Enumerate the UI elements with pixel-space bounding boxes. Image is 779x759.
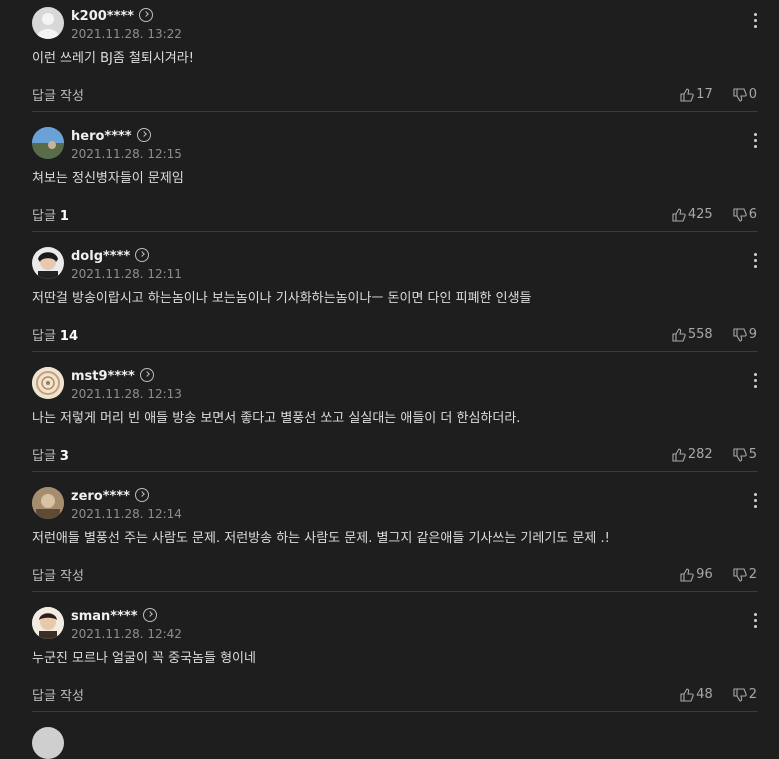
dislike-button[interactable]: 9 [733, 327, 757, 342]
chevron-right-icon[interactable] [142, 608, 157, 622]
dislike-button[interactable]: 2 [733, 567, 757, 582]
divider [32, 471, 758, 472]
dislike-button[interactable]: 6 [733, 207, 757, 222]
comment-text: 이런 쓰레기 BJ좀 철퇴시겨라! [32, 51, 194, 66]
vote-bar: 48 2 [680, 687, 757, 702]
chevron-right-icon[interactable] [134, 488, 149, 502]
reply-button[interactable]: 답글 14 [32, 325, 78, 344]
thumbs-down-icon [733, 207, 747, 222]
dislike-button[interactable]: 0 [733, 87, 757, 102]
reply-button[interactable]: 답글 작성 [32, 85, 88, 104]
comment-text: 저런애들 별풍선 주는 사람도 문제. 저런방송 하는 사람도 문제. 별그지 … [32, 531, 610, 546]
thumbs-down-icon [733, 447, 747, 462]
dislike-count: 0 [748, 87, 757, 102]
more-options-icon[interactable] [750, 613, 760, 629]
dislike-button[interactable]: 5 [733, 447, 757, 462]
thumbs-up-icon [680, 567, 694, 582]
username[interactable]: zero**** [71, 489, 130, 504]
reply-button[interactable]: 답글 작성 [32, 565, 88, 584]
timestamp: 2021.11.28. 12:11 [71, 267, 182, 281]
like-button[interactable]: 48 [680, 687, 713, 702]
dislike-count: 9 [748, 327, 757, 342]
chevron-right-icon[interactable] [135, 248, 150, 262]
vote-bar: 282 5 [672, 447, 757, 462]
divider [32, 231, 758, 232]
chevron-right-icon[interactable] [138, 8, 153, 22]
reply-button[interactable]: 답글 1 [32, 205, 69, 224]
vote-bar: 96 2 [680, 567, 757, 582]
username[interactable]: sman**** [71, 609, 138, 624]
thumbs-down-icon [733, 87, 747, 102]
reply-count: 3 [59, 449, 69, 464]
avatar[interactable] [32, 127, 64, 159]
thumbs-up-icon [672, 207, 686, 222]
dislike-count: 5 [748, 447, 757, 462]
vote-bar: 558 9 [672, 327, 757, 342]
divider [32, 351, 758, 352]
username[interactable]: dolg**** [71, 249, 130, 264]
thumbs-down-icon [733, 687, 747, 702]
dislike-button[interactable]: 2 [733, 687, 757, 702]
like-count: 96 [696, 567, 713, 582]
timestamp: 2021.11.28. 12:13 [71, 387, 182, 401]
comment-text: 나는 저렇게 머리 빈 애들 방송 보면서 좋다고 별풍선 쏘고 실실대는 애들… [32, 411, 521, 426]
like-count: 17 [696, 87, 713, 102]
more-options-icon[interactable] [750, 493, 760, 509]
reply-button[interactable]: 답글 작성 [32, 685, 88, 704]
chevron-right-icon[interactable] [136, 128, 151, 142]
more-options-icon[interactable] [750, 373, 760, 389]
like-button[interactable]: 17 [680, 87, 713, 102]
username[interactable]: k200**** [71, 9, 134, 24]
like-count: 425 [687, 207, 713, 222]
reply-count: 14 [59, 329, 79, 344]
comment-text: 쳐보는 정신병자들이 문제임 [32, 171, 184, 186]
thumbs-up-icon [680, 87, 694, 102]
avatar[interactable] [32, 367, 64, 399]
timestamp: 2021.11.28. 13:22 [71, 27, 182, 41]
like-count: 48 [696, 687, 713, 702]
like-button[interactable]: 96 [680, 567, 713, 582]
divider [32, 711, 758, 712]
divider [32, 111, 758, 112]
reply-button[interactable]: 답글 3 [32, 445, 69, 464]
vote-bar: 425 6 [672, 207, 757, 222]
dislike-count: 6 [748, 207, 757, 222]
like-count: 282 [687, 447, 713, 462]
thumbs-down-icon [733, 567, 747, 582]
chevron-right-icon[interactable] [139, 368, 154, 382]
avatar[interactable] [32, 607, 64, 639]
timestamp: 2021.11.28. 12:15 [71, 147, 182, 161]
comment-text: 누군진 모르나 얼굴이 꼭 중국놈들 형이네 [32, 651, 256, 666]
thumbs-up-icon [680, 687, 694, 702]
vote-bar: 17 0 [680, 87, 757, 102]
timestamp: 2021.11.28. 12:14 [71, 507, 182, 521]
thumbs-down-icon [733, 327, 747, 342]
like-button[interactable]: 425 [672, 207, 713, 222]
comment-text: 저딴걸 방송이랍시고 하는놈이나 보는놈이나 기사화하는놈이나ㅡ 돈이면 다인 … [32, 291, 532, 306]
dislike-count: 2 [748, 567, 757, 582]
dislike-count: 2 [748, 687, 757, 702]
divider [32, 591, 758, 592]
more-options-icon[interactable] [750, 13, 760, 29]
avatar[interactable] [32, 7, 64, 39]
username[interactable]: hero**** [71, 129, 132, 144]
timestamp: 2021.11.28. 12:42 [71, 627, 182, 641]
avatar[interactable] [32, 247, 64, 279]
reply-count: 1 [59, 209, 69, 224]
more-options-icon[interactable] [750, 133, 760, 149]
like-count: 558 [687, 327, 713, 342]
thumbs-up-icon [672, 447, 686, 462]
avatar[interactable] [32, 487, 64, 519]
username[interactable]: mst9**** [71, 369, 135, 384]
like-button[interactable]: 282 [672, 447, 713, 462]
thumbs-up-icon [672, 327, 686, 342]
more-options-icon[interactable] [750, 253, 760, 269]
like-button[interactable]: 558 [672, 327, 713, 342]
